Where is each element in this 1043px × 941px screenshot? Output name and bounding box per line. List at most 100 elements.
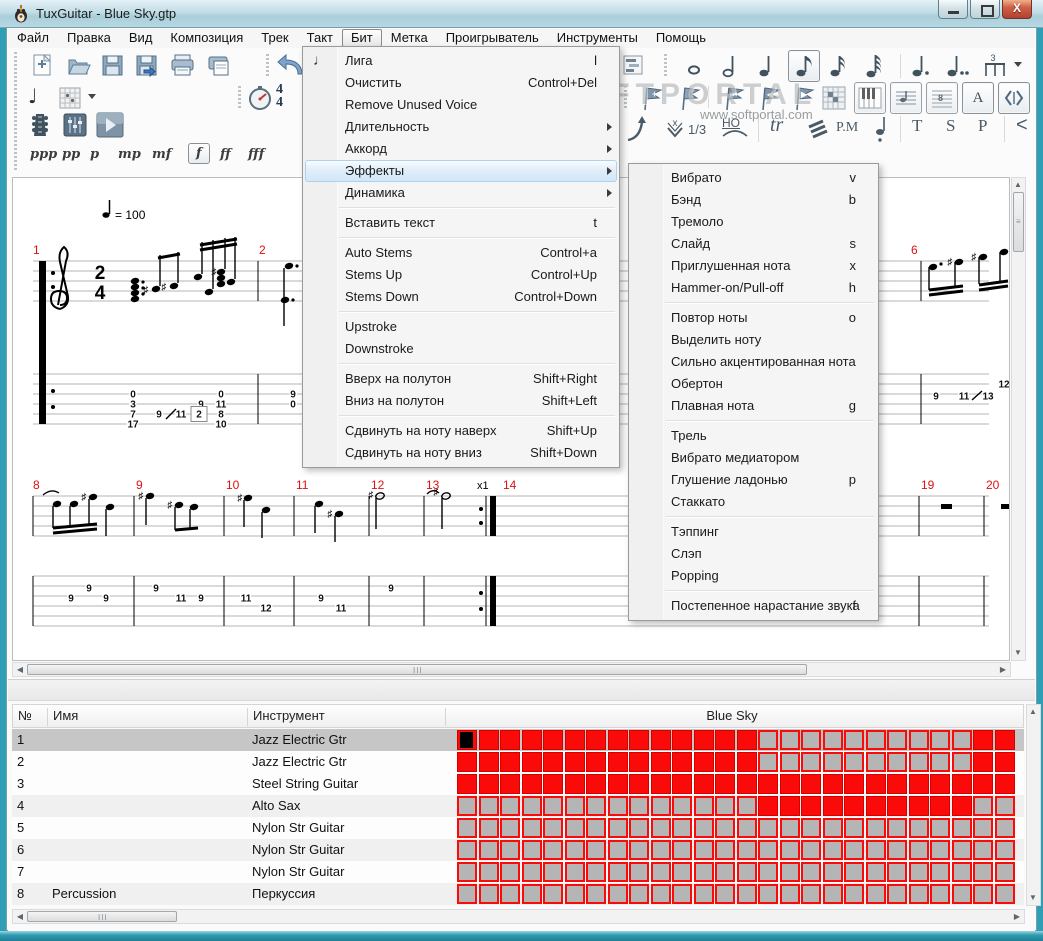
measure-cell-t2-m23[interactable] xyxy=(930,752,950,772)
menu-item-Вибрато[interactable]: Вибрато v xyxy=(629,167,878,189)
measure-cell-t3-m7[interactable] xyxy=(586,774,606,794)
measure-cell-t8-m17[interactable] xyxy=(801,884,821,904)
measure-cell-t1-m14[interactable] xyxy=(736,730,757,750)
measure-cell-t6-m24[interactable] xyxy=(951,840,972,860)
measure-cell-t7-m24[interactable] xyxy=(951,862,972,882)
mixer-icon[interactable] xyxy=(62,112,88,138)
measure-cell-t5-m12[interactable] xyxy=(693,818,714,838)
menu-item-Hammer-on/Pull-off[interactable]: Hammer-on/Pull-off h xyxy=(629,277,878,299)
menu-item-Вибрато медиатором[interactable]: Вибрато медиатором xyxy=(629,447,878,469)
measure-cell-t6-m17[interactable] xyxy=(801,840,821,860)
tracks-vscrollbar[interactable]: ▲ ▼ xyxy=(1026,704,1041,906)
measure-cell-t2-m13[interactable] xyxy=(715,752,735,772)
scroll-up-arrow[interactable]: ▲ xyxy=(1012,179,1024,191)
measure-cell-t5-m11[interactable] xyxy=(672,818,692,838)
measure-cell-t3-m1[interactable] xyxy=(457,774,477,794)
measure-cell-t8-m21[interactable] xyxy=(887,884,907,904)
panel-splitter[interactable] xyxy=(8,679,1035,701)
measure-cell-t8-m5[interactable] xyxy=(543,884,563,904)
measure-cell-t2-m14[interactable] xyxy=(736,752,757,772)
measure-cell-t1-m24[interactable] xyxy=(951,730,972,750)
dynamic-ppp[interactable]: ppp xyxy=(30,147,57,162)
measure-cell-t2-m12[interactable] xyxy=(693,752,714,772)
menu-item-Stems Up[interactable]: Stems Up Control+Up xyxy=(303,264,619,286)
palm-mute-button[interactable]: P.M xyxy=(836,120,858,136)
menu-item-Тремоло[interactable]: Тремоло xyxy=(629,211,878,233)
column-header-Blue Sky[interactable]: Blue Sky xyxy=(446,708,1018,726)
measure-cell-t2-m9[interactable] xyxy=(629,752,649,772)
quarter-note-button[interactable] xyxy=(754,52,778,80)
duration-dropdown-caret[interactable] xyxy=(1014,62,1022,67)
measure-cell-t6-m20[interactable] xyxy=(865,840,886,860)
measure-cell-t4-m3[interactable] xyxy=(500,796,520,816)
tracks-hscroll-thumb[interactable]: III xyxy=(27,911,177,922)
measure-cell-t6-m25[interactable] xyxy=(973,840,993,860)
measure-cell-t5-m15[interactable] xyxy=(758,818,778,838)
tremolo-bar-button[interactable]: x xyxy=(660,114,690,144)
play-button[interactable] xyxy=(96,112,124,138)
menu-item-Remove Unused Voice[interactable]: Remove Unused Voice xyxy=(303,94,619,116)
time-signature-button[interactable]: 44 xyxy=(276,83,283,110)
measure-cell-t1-m6[interactable] xyxy=(564,730,585,750)
menubar-item-Правка[interactable]: Правка xyxy=(58,29,120,47)
measure-cell-t8-m13[interactable] xyxy=(715,884,735,904)
measure-cell-t8-m15[interactable] xyxy=(758,884,778,904)
menu-item-Выделить ноту[interactable]: Выделить ноту xyxy=(629,329,878,351)
measure-cell-t1-m16[interactable] xyxy=(779,730,800,750)
measure-cell-t1-m17[interactable] xyxy=(801,730,821,750)
menu-item-Повтор ноты[interactable]: Повтор ноты o xyxy=(629,307,878,329)
measure-cell-t1-m26[interactable] xyxy=(994,730,1015,750)
whole-note-button[interactable] xyxy=(682,54,706,78)
menu-item-Глушение ладонью[interactable]: Глушение ладонью p xyxy=(629,469,878,491)
menu-item-Обертон[interactable]: Обертон xyxy=(629,373,878,395)
measure-cell-t2-m7[interactable] xyxy=(586,752,606,772)
measure-cell-t1-m23[interactable] xyxy=(930,730,950,750)
measure-cell-t8-m4[interactable] xyxy=(521,884,542,904)
measure-cell-t5-m19[interactable] xyxy=(844,818,864,838)
measure-cell-t3-m6[interactable] xyxy=(564,774,585,794)
measure-cell-t4-m7[interactable] xyxy=(586,796,606,816)
score-hscroll-thumb[interactable]: III xyxy=(27,664,807,675)
measure-cell-t5-m22[interactable] xyxy=(908,818,929,838)
tapping-button[interactable]: T xyxy=(912,116,922,136)
sixteenth-note-button[interactable] xyxy=(826,52,850,80)
measure-cell-t4-m25[interactable] xyxy=(973,796,993,816)
measure-cell-t3-m15[interactable] xyxy=(758,774,778,794)
measure-cell-t3-m23[interactable] xyxy=(930,774,950,794)
scroll-down-arrow[interactable]: ▼ xyxy=(1027,892,1039,904)
measure-cell-t6-m21[interactable] xyxy=(887,840,907,860)
measure-cell-t7-m13[interactable] xyxy=(715,862,735,882)
fade-in-button[interactable]: < xyxy=(1016,114,1028,137)
measure-cell-t1-m11[interactable] xyxy=(672,730,692,750)
measure-cell-t8-m8[interactable] xyxy=(607,884,628,904)
measure-cell-t7-m7[interactable] xyxy=(586,862,606,882)
measure-cell-t4-m11[interactable] xyxy=(672,796,692,816)
measure-cell-t1-m10[interactable] xyxy=(650,730,671,750)
measure-cell-t1-m13[interactable] xyxy=(715,730,735,750)
menubar-item-Помощь[interactable]: Помощь xyxy=(647,29,715,47)
menu-item-Бэнд[interactable]: Бэнд b xyxy=(629,189,878,211)
dynamic-mp[interactable]: mp xyxy=(118,147,141,162)
measure-cell-t5-m10[interactable] xyxy=(650,818,671,838)
menubar-item-Такт[interactable]: Такт xyxy=(298,29,342,47)
measure-cell-t6-m26[interactable] xyxy=(994,840,1015,860)
note-duration-icon[interactable]: ♩ xyxy=(28,84,37,108)
measure-cell-t1-m12[interactable] xyxy=(693,730,714,750)
menubar-item-Композиция[interactable]: Композиция xyxy=(161,29,252,47)
measure-cell-t7-m22[interactable] xyxy=(908,862,929,882)
menu-item-Плавная нота[interactable]: Плавная нота g xyxy=(629,395,878,417)
measure-cell-t5-m8[interactable] xyxy=(607,818,628,838)
measure-cell-t6-m15[interactable] xyxy=(758,840,778,860)
measure-cell-t5-m21[interactable] xyxy=(887,818,907,838)
measure-cell-t7-m20[interactable] xyxy=(865,862,886,882)
dynamic-mf[interactable]: mf xyxy=(152,147,171,162)
measure-cell-t2-m8[interactable] xyxy=(607,752,628,772)
measure-cell-t2-m11[interactable] xyxy=(672,752,692,772)
measure-cell-t6-m1[interactable] xyxy=(457,840,477,860)
scroll-left-arrow[interactable]: ◀ xyxy=(14,911,26,923)
measure-cell-t5-m26[interactable] xyxy=(994,818,1015,838)
thirtysecond-note-button[interactable] xyxy=(862,52,886,80)
measure-cell-t1-m15[interactable] xyxy=(758,730,778,750)
measure-cell-t6-m18[interactable] xyxy=(822,840,843,860)
scroll-up-arrow[interactable]: ▲ xyxy=(1027,706,1039,718)
